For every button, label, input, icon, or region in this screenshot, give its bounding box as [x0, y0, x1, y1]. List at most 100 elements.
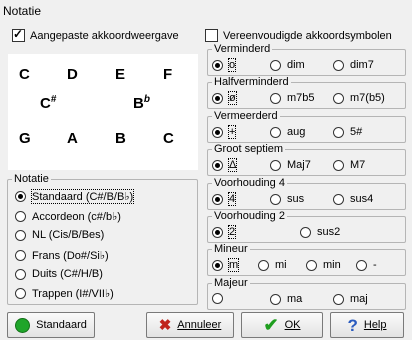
checkbox-box[interactable] [205, 29, 218, 42]
radio-button[interactable] [270, 126, 281, 138]
help-button[interactable]: ? Help [330, 312, 404, 338]
radio-button[interactable] [15, 211, 26, 222]
radio-button[interactable] [15, 229, 26, 241]
option-5sharp[interactable]: 5# [333, 126, 362, 138]
radio-button[interactable] [212, 293, 223, 304]
option-o[interactable]: o [212, 58, 237, 72]
notation-option-accordeon[interactable]: Accordeon (c#/b♭) [15, 210, 121, 223]
standard-button[interactable]: Standaard [7, 312, 95, 338]
radio-button[interactable] [212, 193, 223, 205]
radio-button[interactable] [258, 259, 269, 271]
option-label: - [373, 259, 377, 271]
radio-button[interactable] [212, 259, 223, 271]
radio-button[interactable] [270, 92, 281, 104]
chord-symbol: F [163, 66, 173, 83]
option-mi[interactable]: mi [258, 259, 287, 271]
option-dash[interactable]: - [356, 259, 377, 271]
group-label: Vermeerderd [212, 110, 280, 122]
group-label: Groot septiem [212, 143, 286, 155]
group-majeur: Majeur ma maj [207, 277, 406, 310]
option-sus[interactable]: sus [270, 193, 304, 205]
dialog-title: Notatie [3, 4, 42, 18]
option-plus[interactable]: + [212, 125, 237, 139]
chord-symbol: C# [40, 94, 57, 112]
notation-option-duits[interactable]: Duits (C#/H/B) [15, 268, 103, 280]
notation-option-frans[interactable]: Frans (Do#/Si♭) [15, 249, 109, 262]
group-label: Verminderd [212, 43, 273, 55]
group-label: Notatie [12, 173, 51, 185]
option-sus4[interactable]: sus4 [333, 193, 373, 205]
radio-button[interactable] [212, 59, 223, 71]
group-vermeerderd: Vermeerderd + aug 5# [207, 110, 406, 143]
radio-button[interactable] [333, 126, 344, 138]
option-label: sus [287, 193, 305, 205]
radio-button[interactable] [212, 126, 223, 138]
option-label: Trappen (I#/VII♭) [32, 288, 114, 300]
custom-chord-display-checkbox[interactable]: Aangepaste akkoordweergave [12, 27, 179, 42]
option-label: Duits (C#/H/B) [32, 268, 103, 280]
radio-button[interactable] [333, 59, 344, 71]
option-label: maj [350, 293, 368, 305]
option-label: mi [275, 259, 287, 271]
radio-button[interactable] [270, 293, 281, 305]
group-label: Majeur [212, 277, 250, 289]
radio-button[interactable] [270, 193, 281, 205]
option-label: m [227, 258, 240, 272]
option-m7b5[interactable]: m7b5 [270, 92, 315, 104]
option-2[interactable]: 2 [212, 225, 237, 239]
cancel-button[interactable]: ✖ Annuleer [146, 312, 234, 338]
radio-button[interactable] [15, 268, 26, 280]
option-4[interactable]: 4 [212, 192, 237, 206]
option-ma[interactable]: ma [270, 293, 302, 305]
option-aug[interactable]: aug [270, 126, 305, 138]
option-maj7[interactable]: Maj7 [270, 159, 311, 171]
chord-symbol: B [115, 130, 126, 147]
radio-button[interactable] [15, 191, 26, 202]
notation-option-standaard[interactable]: Standaard (C#/B/B♭) [15, 189, 135, 204]
option-min[interactable]: min [306, 259, 341, 271]
radio-button[interactable] [300, 226, 311, 238]
option-m7[interactable]: M7 [333, 159, 365, 171]
option-label: NL (Cis/B/Bes) [32, 229, 105, 241]
group-label: Mineur [212, 243, 250, 255]
button-label: Standaard [36, 319, 87, 331]
radio-button[interactable] [212, 92, 223, 104]
chord-symbol: A [67, 130, 78, 147]
radio-button[interactable] [270, 59, 281, 71]
notation-option-nl[interactable]: NL (Cis/B/Bes) [15, 229, 104, 241]
option-maj[interactable]: maj [333, 293, 368, 305]
checkbox-box[interactable] [12, 27, 25, 42]
radio-button[interactable] [333, 193, 344, 205]
option-oe[interactable]: ø [212, 91, 237, 105]
option-blank[interactable] [212, 293, 229, 304]
radio-button[interactable] [356, 259, 367, 271]
radio-button[interactable] [15, 288, 26, 299]
radio-button[interactable] [333, 92, 344, 104]
notation-option-trappen[interactable]: Trappen (I#/VII♭) [15, 287, 114, 300]
radio-button[interactable] [15, 250, 26, 261]
group-verminderd: Verminderd o dim dim7 [207, 43, 406, 76]
ok-button[interactable]: ✔ OK [241, 312, 323, 338]
option-label: dim [287, 59, 305, 71]
help-icon: ? [347, 315, 358, 335]
option-m[interactable]: m [212, 258, 240, 272]
radio-button[interactable] [333, 293, 344, 305]
radio-button[interactable] [333, 159, 344, 171]
chord-symbol: E [115, 66, 126, 83]
option-dim[interactable]: dim [270, 59, 305, 71]
option-label: Frans (Do#/Si♭) [32, 250, 109, 262]
option-dim7[interactable]: dim7 [333, 59, 374, 71]
radio-button[interactable] [212, 159, 223, 171]
radio-button[interactable] [212, 226, 223, 238]
option-label: 4 [227, 192, 237, 206]
option-sus2[interactable]: sus2 [300, 226, 340, 238]
option-label: m7b5 [287, 92, 315, 104]
group-label: Voorhouding 2 [212, 210, 287, 222]
simplified-symbols-checkbox[interactable]: Vereenvoudigde akkoordsymbolen [205, 29, 392, 42]
radio-button[interactable] [270, 159, 281, 171]
radio-button[interactable] [306, 259, 317, 271]
option-delta[interactable]: Δ [212, 158, 238, 172]
option-m7-b5[interactable]: m7(b5) [333, 92, 385, 104]
group-voorhouding-4: Voorhouding 4 4 sus sus4 [207, 177, 406, 210]
chord-symbol: Bb [133, 94, 150, 112]
